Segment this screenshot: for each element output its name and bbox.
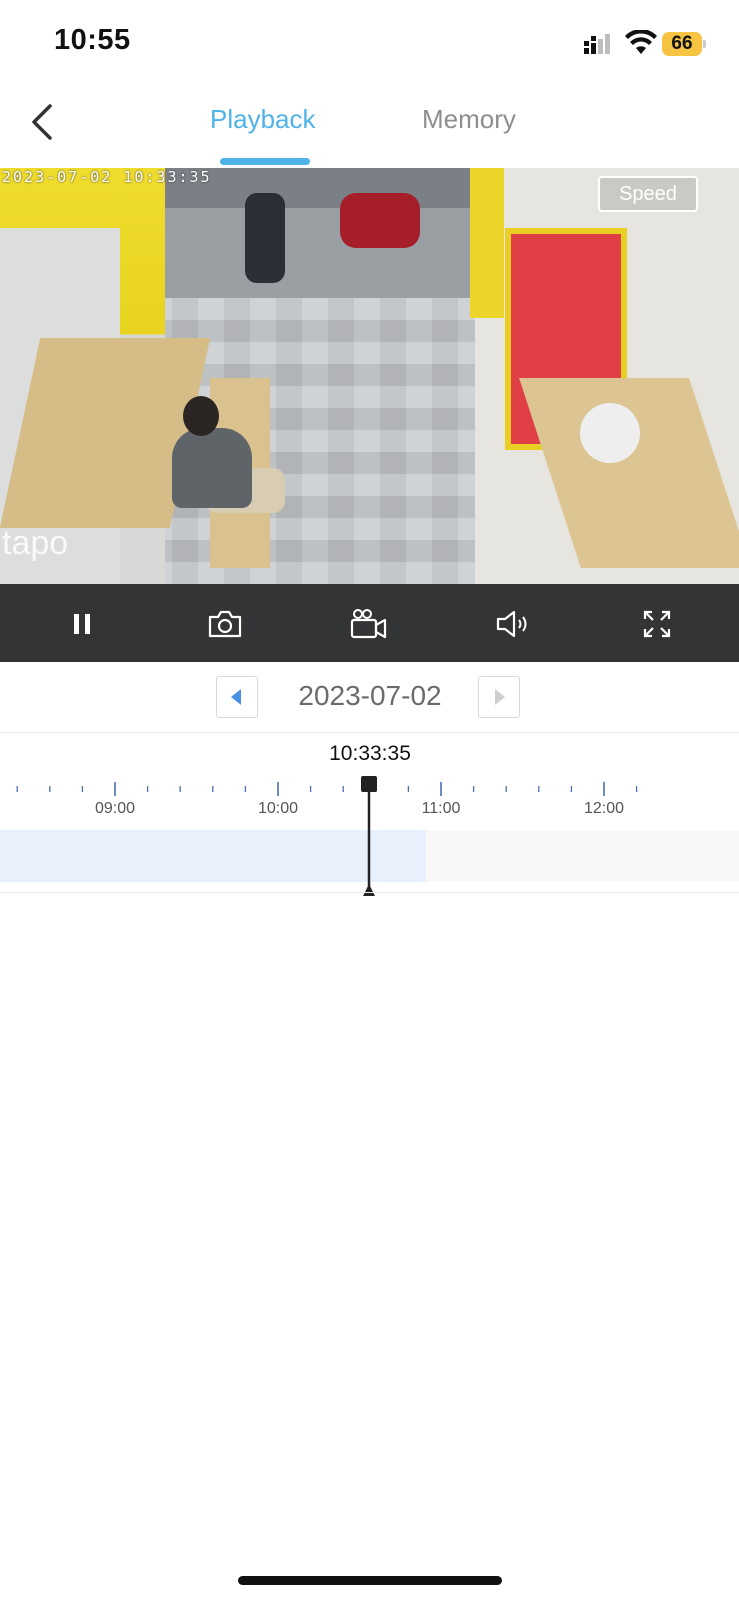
playhead-bottom-marker bbox=[363, 884, 375, 896]
status-time: 10:55 bbox=[54, 24, 131, 56]
tapo-logo: tapo bbox=[2, 524, 69, 562]
triangle-left-icon bbox=[231, 689, 241, 705]
divider bbox=[0, 732, 739, 733]
playhead-handle[interactable] bbox=[361, 776, 377, 792]
cellular-signal-icon bbox=[584, 34, 610, 54]
battery-level: 66 bbox=[662, 32, 702, 56]
timeline-label: 12:00 bbox=[583, 800, 625, 817]
timeline-current-time: 10:33:35 bbox=[329, 742, 411, 765]
timeline[interactable] bbox=[0, 770, 739, 900]
fullscreen-button[interactable] bbox=[637, 604, 677, 644]
camera-icon bbox=[208, 610, 242, 638]
previous-date-button[interactable] bbox=[216, 676, 258, 718]
video-player[interactable]: 2023-07-02 10:33:35 tapo Speed bbox=[0, 168, 739, 584]
timeline-label: 11:00 bbox=[421, 800, 461, 817]
fullscreen-icon bbox=[643, 610, 671, 638]
timeline-label: 09:00 bbox=[94, 800, 136, 817]
record-icon bbox=[350, 609, 387, 639]
divider bbox=[0, 892, 739, 893]
recorded-segment bbox=[0, 830, 426, 882]
wifi-icon bbox=[625, 30, 657, 54]
back-icon[interactable] bbox=[24, 98, 64, 146]
tab-playback[interactable]: Playback bbox=[210, 104, 316, 135]
pause-icon bbox=[74, 614, 90, 634]
home-indicator[interactable] bbox=[238, 1576, 502, 1585]
triangle-right-icon bbox=[495, 689, 505, 705]
timeline-label: 10:00 bbox=[257, 800, 299, 817]
selected-date[interactable]: 2023-07-02 bbox=[270, 680, 470, 712]
pause-button[interactable] bbox=[62, 604, 102, 644]
speaker-icon bbox=[496, 610, 527, 638]
video-timestamp: 2023-07-02 10:33:35 bbox=[2, 168, 212, 186]
speed-button[interactable]: Speed bbox=[598, 176, 698, 212]
snapshot-button[interactable] bbox=[205, 604, 245, 644]
active-tab-indicator bbox=[220, 158, 310, 165]
sound-button[interactable] bbox=[493, 604, 533, 644]
battery-icon: 66 bbox=[662, 32, 706, 56]
record-button[interactable] bbox=[349, 604, 389, 644]
playback-control-bar bbox=[0, 584, 739, 662]
tab-memory[interactable]: Memory bbox=[422, 104, 516, 135]
next-date-button[interactable] bbox=[478, 676, 520, 718]
